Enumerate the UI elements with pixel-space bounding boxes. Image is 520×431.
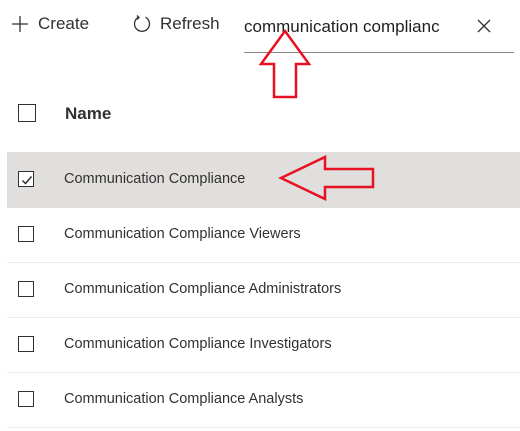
row-checkbox[interactable]	[18, 171, 34, 187]
plus-icon	[10, 14, 30, 34]
table-row[interactable]: Communication Compliance	[7, 152, 520, 208]
table-row[interactable]: Communication Compliance Administrators	[7, 262, 520, 318]
refresh-icon	[132, 14, 152, 34]
row-label: Communication Compliance Analysts	[64, 391, 304, 407]
annotation-up-arrow-icon	[258, 28, 312, 99]
annotation-left-arrow-icon	[278, 155, 375, 201]
table-row[interactable]: Communication Compliance Viewers	[7, 207, 520, 263]
row-label: Communication Compliance Viewers	[64, 226, 301, 242]
close-icon[interactable]	[476, 18, 492, 34]
row-checkbox[interactable]	[18, 391, 34, 407]
table-row[interactable]: Communication Compliance Analysts	[7, 372, 520, 428]
name-column-header[interactable]: Name	[65, 104, 111, 124]
refresh-button[interactable]: Refresh	[132, 10, 220, 38]
row-label: Communication Compliance Investigators	[64, 336, 332, 352]
refresh-button-label: Refresh	[160, 14, 220, 33]
row-label: Communication Compliance Administrators	[64, 281, 342, 297]
row-checkbox[interactable]	[18, 336, 34, 352]
select-all-checkbox[interactable]	[18, 104, 36, 122]
create-button[interactable]: Create	[10, 10, 89, 38]
row-checkbox[interactable]	[18, 281, 34, 297]
row-label: Communication Compliance	[64, 171, 246, 187]
create-button-label: Create	[38, 14, 90, 33]
row-checkbox[interactable]	[18, 226, 34, 242]
table-row[interactable]: Communication Compliance Investigators	[7, 317, 520, 373]
